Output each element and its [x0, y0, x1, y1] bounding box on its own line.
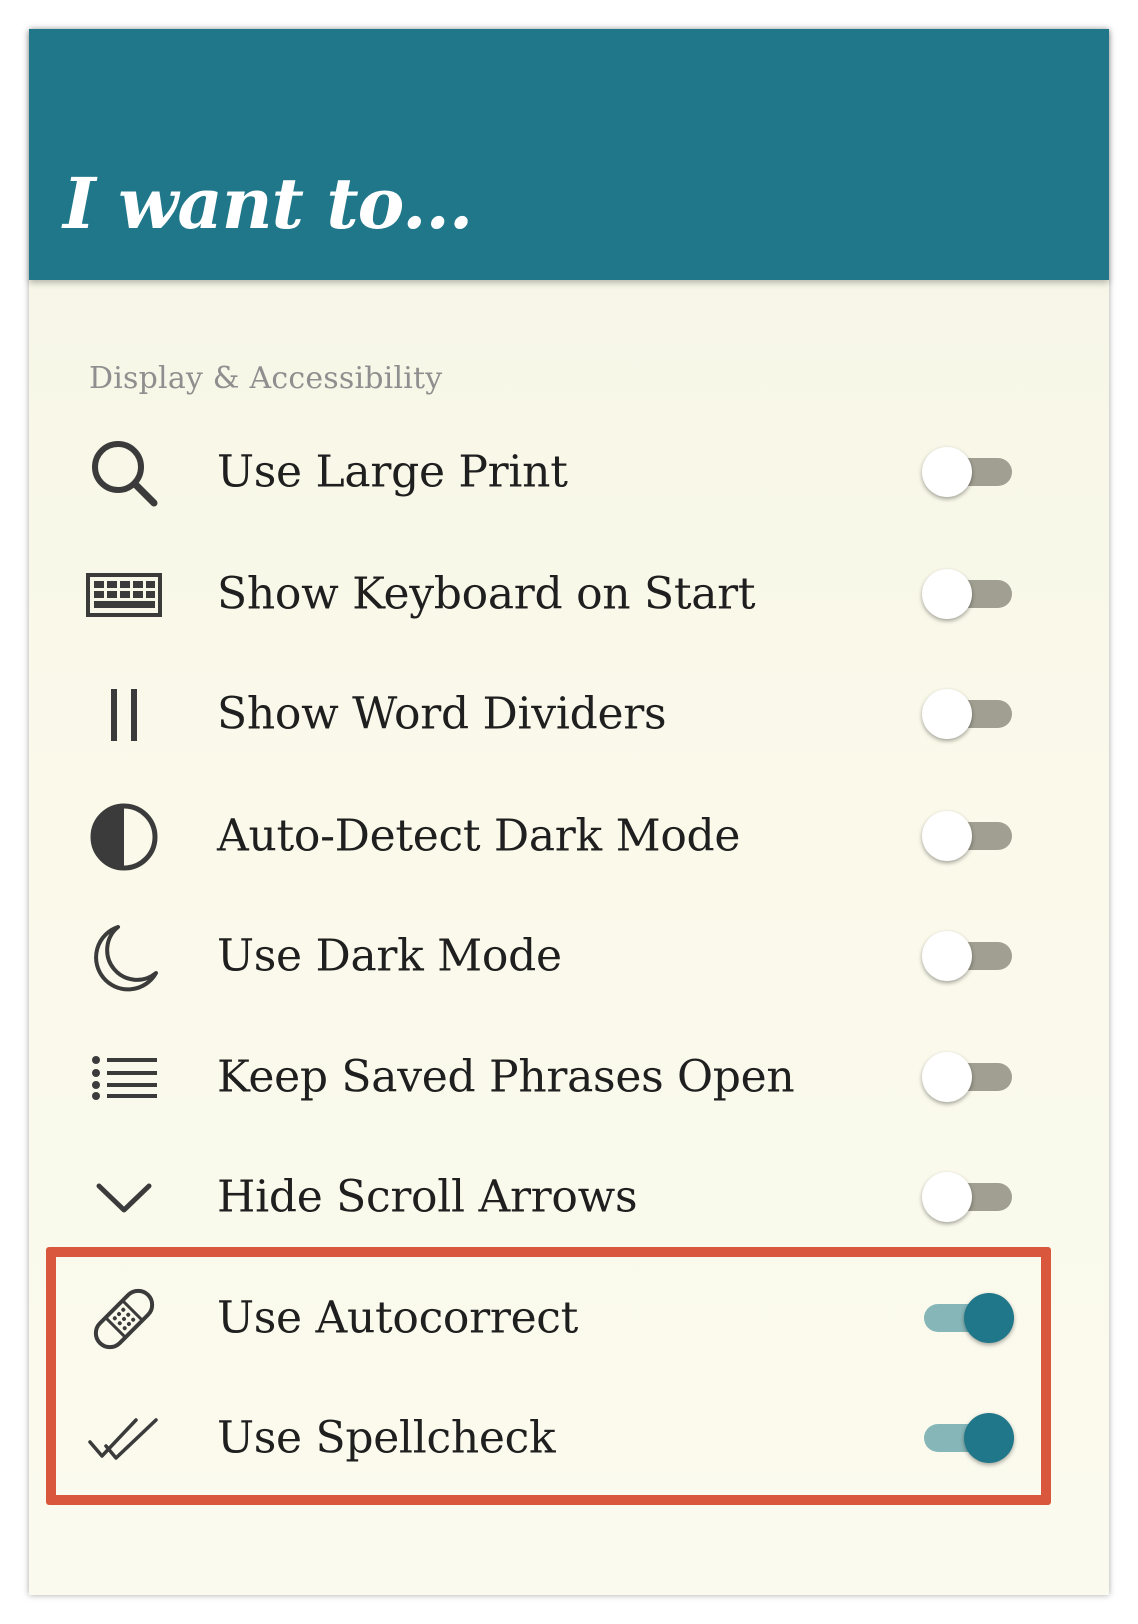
setting-row-show-word-dividers[interactable]: Show Word Dividers [29, 659, 1109, 769]
use-autocorrect-toggle[interactable] [922, 1291, 1014, 1345]
toggle-knob [922, 569, 972, 619]
keep-saved-phrases-open-toggle[interactable] [922, 1050, 1014, 1104]
use-dark-mode-toggle[interactable] [922, 929, 1014, 983]
toggle-knob [922, 1172, 972, 1222]
setting-label: Use Spellcheck [217, 1412, 556, 1464]
setting-row-use-spellcheck[interactable]: Use Spellcheck [29, 1383, 1109, 1493]
setting-row-use-autocorrect[interactable]: Use Autocorrect [29, 1263, 1109, 1373]
toggle-knob [922, 931, 972, 981]
setting-row-hide-scroll-arrows[interactable]: Hide Scroll Arrows [29, 1142, 1109, 1252]
use-large-print-toggle[interactable] [922, 445, 1014, 499]
setting-label: Use Dark Mode [217, 930, 562, 982]
page-title: I want to... [63, 162, 473, 245]
setting-label: Hide Scroll Arrows [217, 1171, 638, 1223]
double-check-icon [84, 1403, 164, 1475]
setting-label: Show Word Dividers [217, 688, 667, 740]
word-divider-icon [84, 679, 164, 751]
header-bar: I want to... [29, 29, 1109, 280]
auto-detect-dark-mode-toggle[interactable] [922, 809, 1014, 863]
setting-label: Auto-Detect Dark Mode [217, 810, 741, 862]
bandage-icon [84, 1283, 164, 1355]
hide-scroll-arrows-toggle[interactable] [922, 1170, 1014, 1224]
setting-label: Use Autocorrect [217, 1292, 579, 1344]
setting-row-use-large-print[interactable]: Use Large Print [29, 417, 1109, 527]
toggle-knob [964, 1293, 1014, 1343]
show-keyboard-on-start-toggle[interactable] [922, 567, 1014, 621]
magnifier-icon [84, 437, 164, 509]
setting-label: Use Large Print [217, 446, 568, 498]
toggle-knob [922, 1052, 972, 1102]
half-circle-contrast-icon [84, 801, 164, 873]
setting-row-auto-detect-dark-mode[interactable]: Auto-Detect Dark Mode [29, 781, 1109, 891]
setting-row-keep-saved-phrases-open[interactable]: Keep Saved Phrases Open [29, 1022, 1109, 1132]
toggle-knob [964, 1413, 1014, 1463]
setting-label: Keep Saved Phrases Open [217, 1051, 795, 1103]
setting-row-show-keyboard-on-start[interactable]: Show Keyboard on Start [29, 539, 1109, 649]
crescent-moon-icon [84, 921, 164, 993]
section-label: Display & Accessibility [89, 361, 443, 396]
toggle-knob [922, 811, 972, 861]
toggle-knob [922, 447, 972, 497]
use-spellcheck-toggle[interactable] [922, 1411, 1014, 1465]
settings-panel: I want to... Display & Accessibility Use… [29, 29, 1109, 1595]
setting-row-use-dark-mode[interactable]: Use Dark Mode [29, 901, 1109, 1011]
toggle-knob [922, 689, 972, 739]
chevron-down-icon [84, 1162, 164, 1234]
keyboard-icon [84, 559, 164, 631]
setting-label: Show Keyboard on Start [217, 568, 756, 620]
list-icon [84, 1042, 164, 1114]
show-word-dividers-toggle[interactable] [922, 687, 1014, 741]
